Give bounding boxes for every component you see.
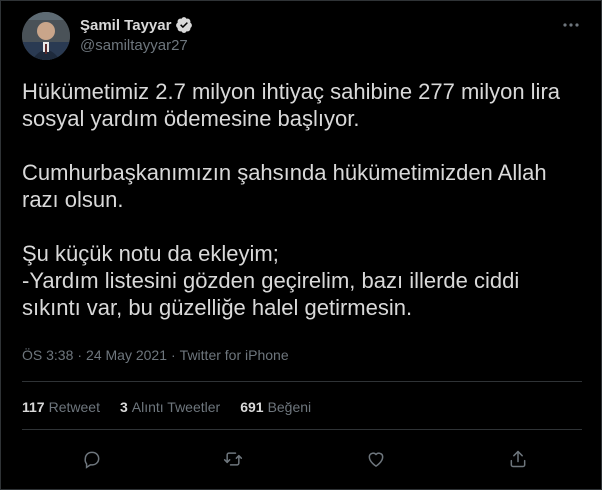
retweets-label: Retweet [48,399,100,415]
likes-label: Beğeni [267,399,312,415]
author-display-name[interactable]: Şamil Tayyar [80,17,171,34]
meta-separator: · [77,347,83,363]
tweet-header: Şamil Tayyar @samiltayyar27 [22,12,582,62]
author-name-row[interactable]: Şamil Tayyar [80,16,193,34]
more-dots-icon[interactable] [560,16,582,34]
tweet-date[interactable]: 24 May 2021 [86,347,167,363]
likes-stat[interactable]: 691 Beğeni [240,399,311,415]
reply-icon[interactable] [80,447,104,471]
author-handle[interactable]: @samiltayyar27 [80,37,188,54]
avatar[interactable] [22,12,70,60]
tweet-text: Hükümetimiz 2.7 milyon ihtiyaç sahibine … [22,79,561,320]
quotes-label: Alıntı Tweetler [131,399,221,415]
retweets-count: 117 [22,399,45,415]
quotes-count: 3 [119,399,128,415]
divider-top [22,381,582,382]
divider-bottom [22,429,582,430]
tweet-source[interactable]: Twitter for iPhone [180,347,289,363]
retweets-stat[interactable]: 117 Retweet [22,399,100,415]
tweet-meta: ÖS 3:38 · 24 May 2021 · Twitter for iPho… [22,347,289,363]
share-icon[interactable] [506,447,530,471]
likes-count: 691 [240,399,264,415]
heart-icon[interactable] [364,447,388,471]
tweet-actions [22,444,582,474]
verified-badge-icon [175,16,193,34]
quotes-stat[interactable]: 3 Alıntı Tweetler [120,399,220,415]
tweet-time[interactable]: ÖS 3:38 [22,347,73,363]
retweet-icon[interactable] [221,447,245,471]
tweet-stats: 117 Retweet 3 Alıntı Tweetler 691 Beğeni [22,399,311,415]
meta-separator-2: · [171,347,176,363]
